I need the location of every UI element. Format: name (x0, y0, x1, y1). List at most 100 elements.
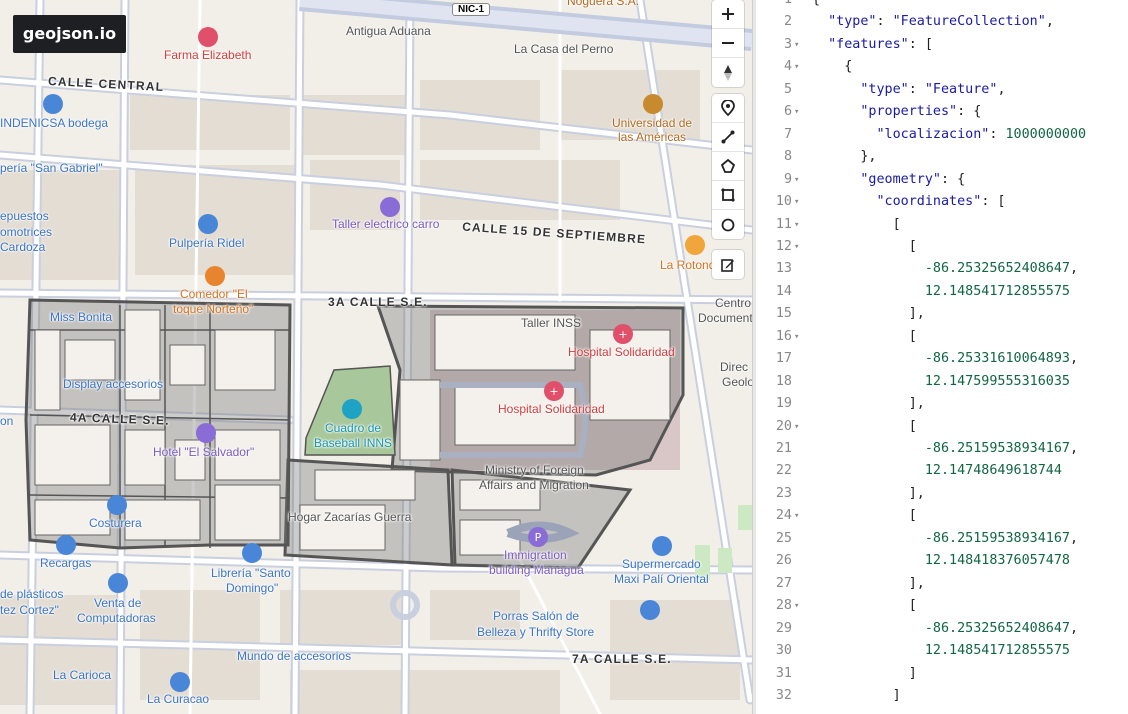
code-line[interactable]: 22 12.14748649618744 (756, 460, 1128, 483)
svg-text:+: + (618, 328, 627, 341)
line-number: 28 (775, 598, 792, 614)
fold-toggle-icon[interactable]: ▾ (794, 505, 799, 528)
draw-point-button[interactable] (712, 94, 744, 123)
code-line[interactable]: 1{ (756, 0, 1128, 12)
draw-line-button[interactable] (712, 123, 744, 152)
line-number: 19 (775, 396, 792, 412)
code-line[interactable]: 25 -86.25159538934167, (756, 528, 1128, 551)
code-text: "coordinates": [ (876, 194, 1006, 210)
zoom-in-button[interactable] (712, 0, 744, 29)
line-number: 32 (775, 687, 792, 703)
line-number: 5 (783, 81, 792, 97)
code-text: [ (812, 598, 917, 614)
code-text: ] (812, 665, 917, 681)
poi-immigration-1: Immigration (504, 548, 567, 562)
brand-logo[interactable]: geojson.io (13, 15, 126, 53)
poi-noguera: Noguera S.A. (567, 0, 640, 8)
fold-toggle-icon[interactable]: ▾ (794, 169, 799, 192)
code-line[interactable]: 24 ▾ [ (756, 505, 1128, 528)
code-line[interactable]: 23 ], (756, 483, 1128, 506)
map-canvas[interactable]: + + P CALLE CENTRAL CALLE 15 DE SEPTIEMBRE… (0, 0, 752, 714)
poi-taller-inss: Taller INSS (521, 316, 582, 330)
draw-circle-button[interactable] (712, 210, 744, 239)
code-line[interactable]: 26 12.148418376057478 (756, 550, 1128, 573)
code-line[interactable]: 31 ] (756, 663, 1128, 686)
poi-universidad-1: Universidad de (612, 116, 693, 130)
poi-supermercado-2: Maxi Palí Oriental (614, 572, 709, 586)
code-line[interactable]: 19 ], (756, 393, 1128, 416)
code-line[interactable]: 18 12.147599555316035 (756, 371, 1128, 394)
code-line[interactable]: 2 "type": "FeatureCollection", (756, 11, 1128, 34)
fold-toggle-icon[interactable]: ▾ (794, 56, 799, 79)
code-line[interactable]: 9 ▾ "geometry": { (756, 169, 1128, 192)
poi-venta-1: Venta de (94, 596, 142, 610)
poi-direc-2: Geolo (722, 375, 752, 389)
line-number: 12 (775, 238, 792, 254)
code-line[interactable]: 20 ▾ [ (756, 416, 1128, 439)
line-number: 29 (775, 620, 792, 636)
line-number: 16 (775, 328, 792, 344)
code-line[interactable]: 28 ▾ [ (756, 595, 1128, 618)
code-line[interactable]: 13 -86.25325652408647, (756, 258, 1128, 281)
code-line[interactable]: 27 ], (756, 573, 1128, 596)
code-line[interactable]: 29 -86.25325652408647, (756, 618, 1128, 641)
poi-costurera: Costurera (89, 516, 142, 530)
code-text: ], (812, 396, 925, 412)
zoom-out-button[interactable] (712, 29, 744, 58)
code-line[interactable]: 21 -86.25159538934167, (756, 438, 1128, 461)
poi-recargas: Recargas (40, 556, 92, 570)
edit-icon (721, 258, 734, 272)
code-line[interactable]: 8 }, (756, 146, 1128, 169)
fold-toggle-icon[interactable]: ▾ (794, 101, 799, 124)
fold-toggle-icon[interactable]: ▾ (794, 34, 799, 57)
poi-indenicsa: INDENICSA bodega (0, 116, 109, 130)
line-number: 13 (775, 261, 792, 277)
line-number: 22 (775, 463, 792, 479)
fold-toggle-icon[interactable]: ▾ (794, 595, 799, 618)
line-number: 14 (775, 283, 792, 299)
code-text: "type": "Feature", (860, 81, 1006, 97)
code-line[interactable]: 6 ▾ "properties": { (756, 101, 1128, 124)
poi-la-carioca: La Carioca (53, 668, 112, 682)
code-line[interactable]: 16 ▾ [ (756, 326, 1128, 349)
code-text: }, (812, 149, 877, 165)
edit-button[interactable] (712, 250, 744, 279)
poi-porras-2: Belleza y Thrifty Store (477, 625, 595, 639)
code-line[interactable]: 3 ▾ "features": [ (756, 34, 1128, 57)
poi-venta-2: Computadoras (77, 611, 156, 625)
draw-polygon-button[interactable] (712, 152, 744, 181)
code-line[interactable]: 14 12.148541712855575 (756, 281, 1128, 304)
fold-toggle-icon[interactable]: ▾ (794, 416, 799, 439)
fold-toggle-icon[interactable]: ▾ (794, 236, 799, 259)
code-line[interactable]: 30 12.148541712855575 (756, 640, 1128, 663)
poi-pulperia-ridel: Pulpería Ridel (169, 236, 245, 250)
code-text: "properties": { (860, 104, 982, 120)
code-text: [ (812, 216, 901, 232)
draw-rectangle-button[interactable] (712, 181, 744, 210)
compass-button[interactable] (712, 58, 744, 87)
line-icon (721, 130, 735, 144)
code-text: 12.14748649618744 (924, 463, 1062, 479)
line-number: 25 (775, 530, 792, 546)
poi-hospital-solidaridad-1: Hospital Solidaridad (568, 345, 675, 359)
code-line[interactable]: 11 ▾ [ (756, 214, 1128, 237)
code-text: "type": "FeatureCollection", (828, 14, 1054, 30)
code-line[interactable]: 5 "type": "Feature", (756, 79, 1128, 102)
code-line[interactable]: 10 ▾ "coordinates": [ (756, 191, 1128, 214)
poi-mundo-accesorios: Mundo de accesorios (237, 649, 352, 663)
code-text: ] (812, 687, 901, 703)
json-editor[interactable]: 1{2 "type": "FeatureCollection",3▾ "feat… (756, 0, 1128, 714)
code-line[interactable]: 15 ], (756, 303, 1128, 326)
edit-controls (712, 250, 744, 279)
code-line[interactable]: 17 -86.25331610064893, (756, 348, 1128, 371)
code-line[interactable]: 7 "localizacion": 1000000000 (756, 124, 1128, 147)
fold-toggle-icon[interactable]: ▾ (794, 214, 799, 237)
fold-toggle-icon[interactable]: ▾ (794, 191, 799, 214)
code-line[interactable]: 32 ] (756, 685, 1128, 708)
code-line[interactable]: 4 ▾ { (756, 56, 1128, 79)
code-line[interactable]: 12 ▾ [ (756, 236, 1128, 259)
poi-repuestos-1: epuestos (0, 209, 49, 223)
poi-casa-perno: La Casa del Perno (514, 42, 614, 56)
fold-toggle-icon[interactable]: ▾ (794, 326, 799, 349)
line-number: 6 (783, 104, 792, 120)
